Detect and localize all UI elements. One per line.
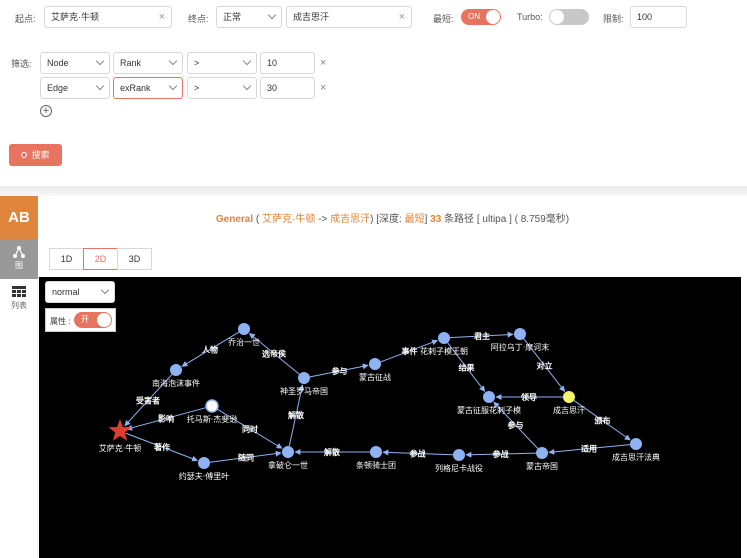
edge-label: 颁布	[595, 416, 611, 426]
node-label: 成吉思汗	[553, 405, 585, 415]
node-label: 成吉思汗法典	[612, 452, 660, 462]
edge-label: 参与	[507, 420, 524, 430]
edge-label: 解散	[324, 447, 341, 457]
node-label: 蒙古征战	[359, 372, 391, 382]
graph-node[interactable]	[453, 449, 465, 461]
node-label: 托马斯·杰斐逊	[187, 414, 238, 424]
node-label: 神圣罗马帝国	[280, 386, 328, 396]
node-label: 约瑟夫·傅里叶	[179, 471, 230, 481]
edge-label: 著作	[153, 442, 170, 452]
edge-label: 解散	[288, 410, 305, 420]
graph-node[interactable]	[563, 391, 575, 403]
edge-label: 影响	[158, 414, 174, 424]
edge-label: 随同	[238, 453, 254, 463]
node-label: 蒙古征服花剌子模	[457, 405, 521, 415]
graph-node[interactable]	[438, 332, 450, 344]
edge-label: 参与	[331, 366, 348, 376]
graph-node[interactable]	[630, 438, 642, 450]
graph-node[interactable]	[298, 372, 310, 384]
node-label: 条顿骑士团	[356, 460, 396, 470]
graph-node[interactable]	[205, 399, 219, 413]
edge-label: 结果	[459, 363, 475, 373]
edge-label: 领导	[521, 392, 537, 402]
edge-label: 参战	[409, 449, 426, 459]
graph-node[interactable]	[514, 328, 526, 340]
graph-node[interactable]	[483, 391, 495, 403]
node-label: 花剌子模王朝	[420, 346, 468, 356]
node-label: 蒙古帝国	[526, 461, 558, 471]
graph-node[interactable]	[536, 447, 548, 459]
node-label: 列格尼卡战役	[435, 463, 483, 473]
edge-label: 同时	[242, 424, 258, 434]
edge-label: 选帝侯	[262, 349, 287, 359]
node-label: 拿破仑一世	[268, 460, 308, 470]
edge-label: 君主	[473, 331, 490, 341]
node-label: 乔治一世	[228, 337, 260, 347]
graph-node[interactable]	[369, 358, 381, 370]
edge-label: 事件	[402, 346, 418, 356]
graph-node[interactable]	[370, 446, 382, 458]
edge-label: 对立	[537, 361, 553, 371]
graph-node[interactable]	[282, 446, 294, 458]
edge-label: 参战	[492, 449, 509, 459]
node-label: 艾萨克·牛顿	[99, 443, 142, 453]
graph-node[interactable]	[198, 457, 210, 469]
edge-label: 人物	[202, 345, 218, 355]
node-label: 阿拉乌丁·摩诃末	[491, 342, 550, 352]
graph-svg: 受害者人物 选帝侯影响同时著作随同解散参与事件君主对立结果领导参与解散 参战 参战适用…	[99, 323, 660, 481]
edge-label: 受害者	[136, 396, 160, 406]
graph-node[interactable]	[238, 323, 250, 335]
graph-node[interactable]	[170, 364, 182, 376]
edge-label: 适用	[581, 444, 597, 454]
node-label: 南海泡沫事件	[152, 378, 200, 388]
